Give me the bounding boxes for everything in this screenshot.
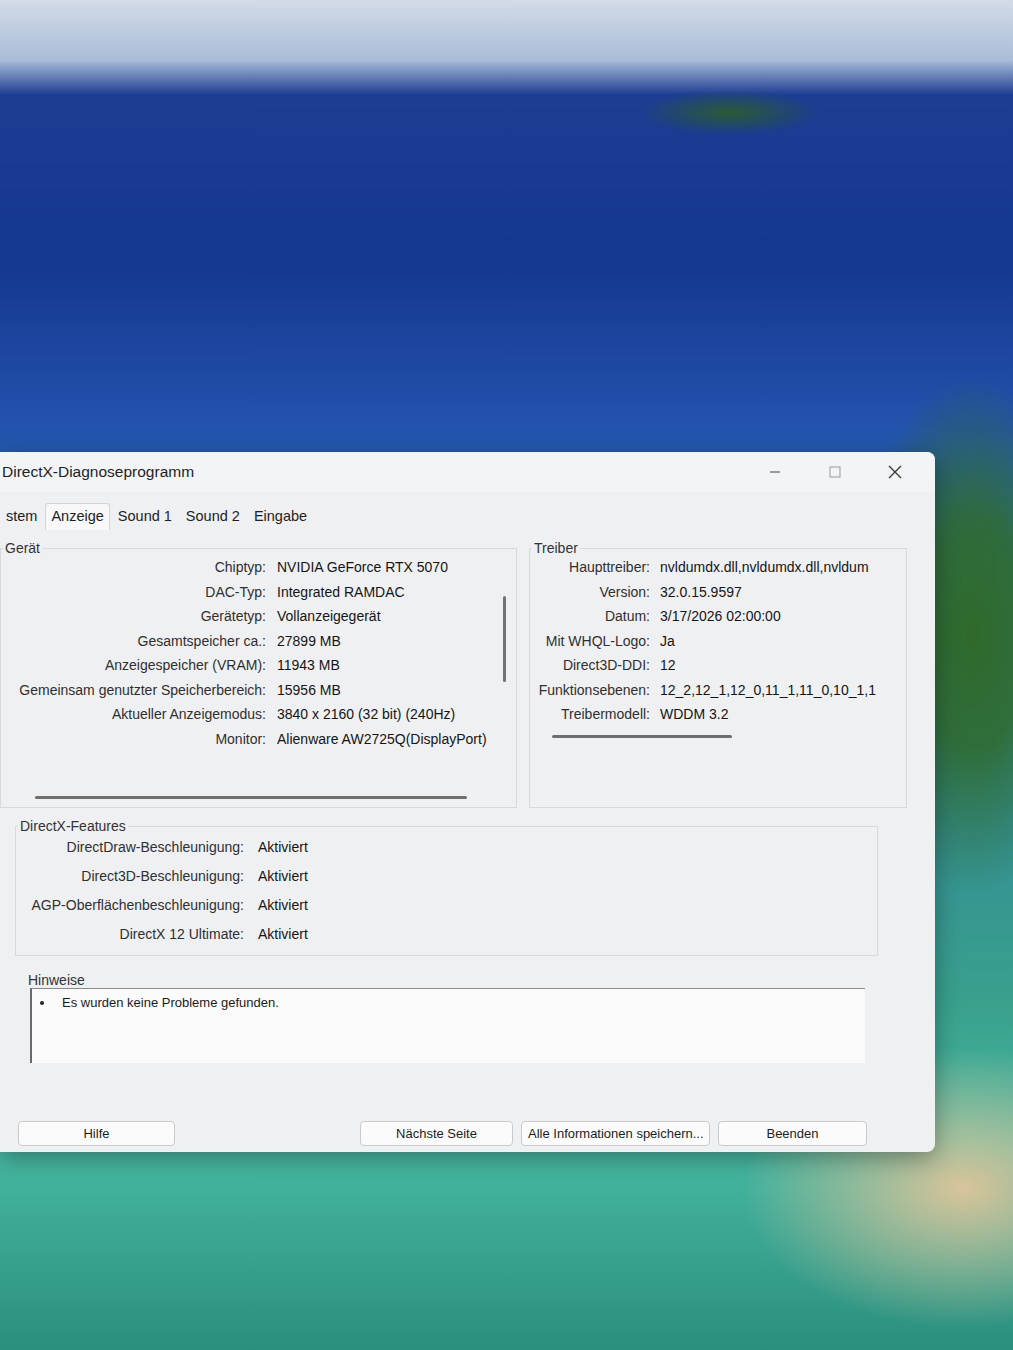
driver-list: Haupttreiber: nvldumdx.dll,nvldumdx.dll,n… [536,558,900,725]
field-label: Gemeinsam genutzter Speicherbereich: [7,681,266,701]
feature-value: Aktiviert [258,838,871,858]
note-item: Es wurden keine Probleme gefunden. [62,995,855,1010]
field-value: nvldumdx.dll,nvldumdx.dll,nvldum [660,558,900,578]
notes-group: HinweiseEs wurden keine Probleme gefunde… [30,972,865,1063]
field-label: Treibermodell: [536,705,650,725]
device-list: Chiptyp: NVIDIA GeForce RTX 5070 DAC-Typ: I… [7,558,487,786]
title-bar[interactable]: DirectX-Diagnoseprogramm [0,452,935,492]
close-icon [888,465,902,479]
field-value: 3840 x 2160 (32 bit) (240Hz) [277,705,487,725]
scrollbar-thumb[interactable] [503,596,506,682]
dialog-button[interactable]: Nächste Seite [360,1121,513,1146]
scrollbar-thumb[interactable] [552,735,732,738]
field-value: Integrated RAMDAC [277,583,487,603]
group-title: Gerät [3,540,42,556]
feature-label: Direct3D-Beschleunigung: [22,867,244,887]
maximize-icon [829,466,841,478]
notes-box[interactable]: Es wurden keine Probleme gefunden. [30,988,865,1063]
tab[interactable]: Anzeige [45,503,109,530]
group-title: Treiber [532,540,580,556]
maximize-button[interactable] [805,452,865,492]
field-label: Gesamtspeicher ca.: [7,632,266,652]
features-group: DirectX-Features DirectDraw-Beschleunigun… [15,818,878,956]
field-label: Haupttreiber: [536,558,650,578]
tab-bar: stemAnzeigeSound 1Sound 2Eingabe [0,503,935,530]
group-title: DirectX-Features [18,818,128,834]
field-label: Funktionsebenen: [536,681,650,701]
feature-label: DirectX 12 Ultimate: [22,925,244,945]
field-label: Direct3D-DDI: [536,656,650,676]
feature-value: Aktiviert [258,896,871,916]
dialog-button[interactable]: Beenden [718,1121,867,1146]
field-label: Mit WHQL-Logo: [536,632,650,652]
field-label: Datum: [536,607,650,627]
field-value: 27899 MB [277,632,487,652]
dxdiag-window[interactable]: DirectX-DiagnoseprogrammstemAnzeigeSound… [0,452,935,1152]
field-label: Gerätetyp: [7,607,266,627]
field-value: 12 [660,656,900,676]
help-button[interactable]: Hilfe [18,1121,175,1146]
field-value: 32.0.15.9597 [660,583,900,603]
device-content: Chiptyp: NVIDIA GeForce RTX 5070 DAC-Typ: I… [7,558,510,786]
minimize-button[interactable] [745,452,805,492]
desktop-wallpaper: DirectX-DiagnoseprogrammstemAnzeigeSound… [0,0,1013,1350]
feature-value: Aktiviert [258,867,871,887]
features-list: DirectDraw-Beschleunigung: Aktiviert Direc… [22,838,871,945]
field-value: 11943 MB [277,656,487,676]
tab[interactable]: stem [0,503,43,530]
tab[interactable]: Sound 1 [112,503,178,530]
field-value: Vollanzeigegerät [277,607,487,627]
group-title: Hinweise [26,972,87,988]
field-value: 15956 MB [277,681,487,701]
field-value: 12_2,12_1,12_0,11_1,11_0,10_1,1 [660,681,900,701]
tab[interactable]: Eingabe [248,503,313,530]
feature-label: DirectDraw-Beschleunigung: [22,838,244,858]
minimize-icon [769,466,781,478]
vertical-scrollbar[interactable] [503,596,506,786]
field-value: Alienware AW2725Q(DisplayPort) [277,730,487,750]
field-label: Anzeigespeicher (VRAM): [7,656,266,676]
dialog-button[interactable]: Alle Informationen speichern... [521,1121,710,1146]
button-row: Hilfe Nächste Seite Alle Informationen spe… [0,1121,935,1146]
horizontal-scrollbar[interactable] [35,796,490,799]
field-value: NVIDIA GeForce RTX 5070 [277,558,487,578]
field-label: Chiptyp: [7,558,266,578]
field-value: 3/17/2026 02:00:00 [660,607,900,627]
tab[interactable]: Sound 2 [180,503,246,530]
field-label: Monitor: [7,730,266,750]
close-button[interactable] [865,452,925,492]
window-body: stemAnzeigeSound 1Sound 2Eingabe Gerät Chi… [0,492,935,1146]
scrollbar-thumb[interactable] [35,796,467,799]
driver-group: Treiber Haupttreiber: nvldumdx.dll,nvldumd… [529,540,907,808]
device-group: Gerät Chiptyp: NVIDIA GeForce RTX 5070 DAC-… [0,540,517,808]
info-panels: Gerät Chiptyp: NVIDIA GeForce RTX 5070 DAC-… [0,540,935,808]
window-controls [745,452,935,492]
window-title: DirectX-Diagnoseprogramm [2,463,745,481]
field-label: DAC-Typ: [7,583,266,603]
feature-label: AGP-Oberflächenbeschleunigung: [22,896,244,916]
field-label: Aktueller Anzeigemodus: [7,705,266,725]
field-value: WDDM 3.2 [660,705,900,725]
field-value: Ja [660,632,900,652]
horizontal-scrollbar[interactable] [552,735,880,738]
field-label: Version: [536,583,650,603]
feature-value: Aktiviert [258,925,871,945]
